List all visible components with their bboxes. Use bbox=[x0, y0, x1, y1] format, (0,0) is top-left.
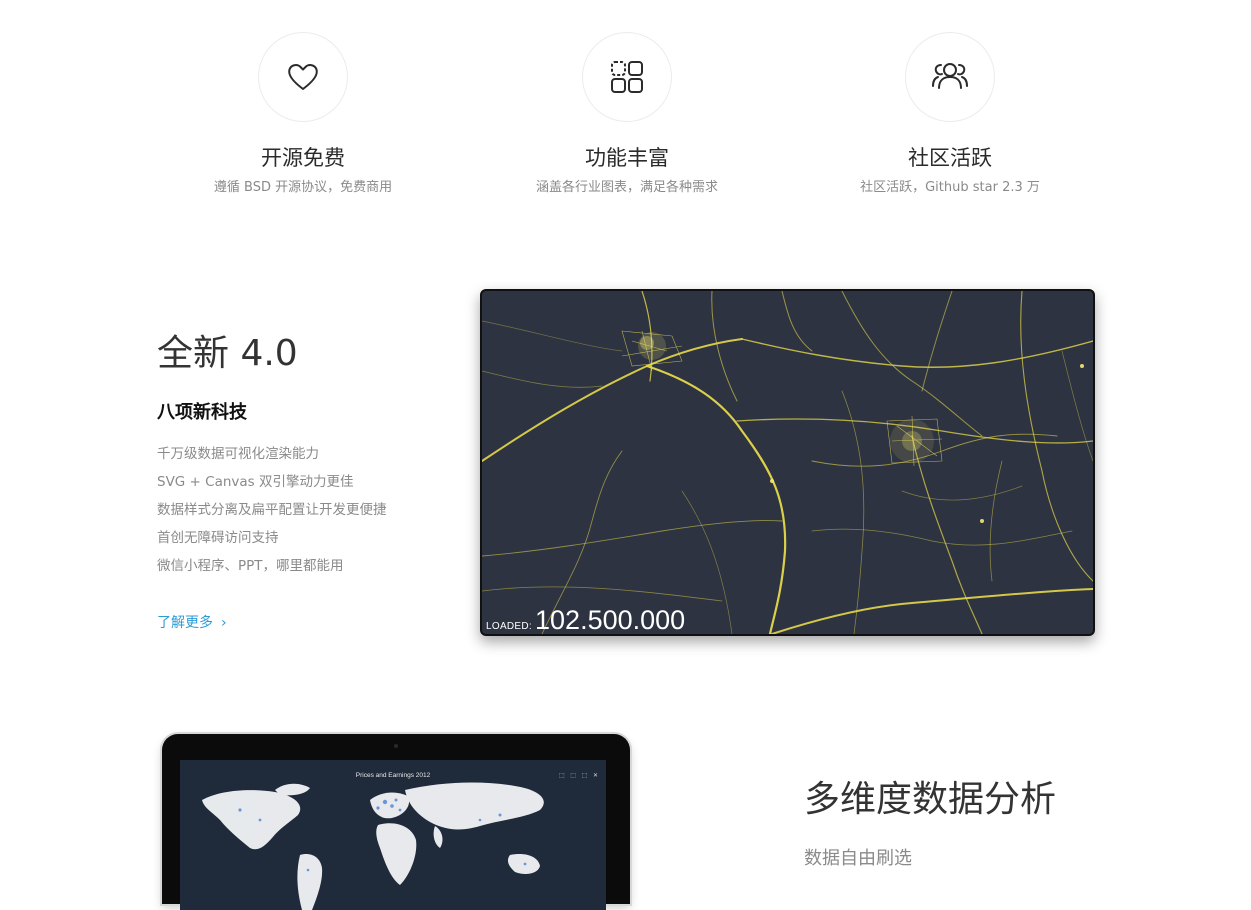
feature-title: 功能丰富 bbox=[585, 146, 669, 170]
feature-open-source: 开源免费 遵循 BSD 开源协议，免费商用 bbox=[143, 0, 463, 197]
release-title: 全新 4.0 bbox=[157, 333, 298, 374]
big-data-demo[interactable]: LOADED: 102.500.000 bbox=[480, 289, 1095, 636]
loaded-value: 102.500.000 bbox=[535, 605, 686, 635]
list-item: 微信小程序、PPT，哪里都能用 bbox=[157, 558, 344, 574]
tablet-screen[interactable]: Prices and Earnings 2012 ⬚ ⬚ ⬚ ✕ bbox=[180, 760, 606, 910]
traffic-map bbox=[482, 291, 1093, 634]
analysis-subtitle: 数据自由刷选 bbox=[804, 848, 912, 869]
feature-description: 涵盖各行业图表，满足各种需求 bbox=[535, 180, 718, 195]
feature-title: 社区活跃 bbox=[908, 146, 992, 170]
camera-dot bbox=[394, 744, 398, 748]
users-icon bbox=[905, 32, 995, 122]
feature-list: 千万级数据可视化渲染能力 SVG + Canvas 双引擎动力更佳 数据样式分离… bbox=[157, 440, 387, 580]
list-item: 数据样式分离及扁平配置让开发更便捷 bbox=[157, 502, 387, 518]
list-item: 千万级数据可视化渲染能力 bbox=[157, 446, 319, 462]
feature-description: 遵循 BSD 开源协议，免费商用 bbox=[213, 180, 393, 195]
list-item: SVG + Canvas 双引擎动力更佳 bbox=[157, 474, 354, 490]
release-subtitle: 八项新科技 bbox=[157, 402, 247, 423]
world-map bbox=[202, 782, 544, 910]
chevron-right-icon: › bbox=[221, 615, 227, 631]
learn-more-link[interactable]: 了解更多 › bbox=[157, 612, 227, 634]
loaded-label: LOADED: bbox=[486, 621, 533, 632]
list-item: 首创无障碍访问支持 bbox=[157, 530, 279, 546]
grid-icon bbox=[582, 32, 672, 122]
feature-title: 开源免费 bbox=[261, 146, 345, 170]
learn-more-label: 了解更多 bbox=[157, 615, 213, 631]
feature-rich-functions: 功能丰富 涵盖各行业图表，满足各种需求 bbox=[467, 0, 787, 197]
loaded-counter: LOADED: 102.500.000 bbox=[486, 605, 686, 635]
tablet-device: Prices and Earnings 2012 ⬚ ⬚ ⬚ ✕ bbox=[162, 734, 630, 910]
heart-icon bbox=[258, 32, 348, 122]
feature-active-community: 社区活跃 社区活跃，Github star 2.3 万 bbox=[790, 0, 1110, 197]
feature-description: 社区活跃，Github star 2.3 万 bbox=[860, 180, 1040, 195]
analysis-title: 多维度数据分析 bbox=[804, 779, 1057, 820]
